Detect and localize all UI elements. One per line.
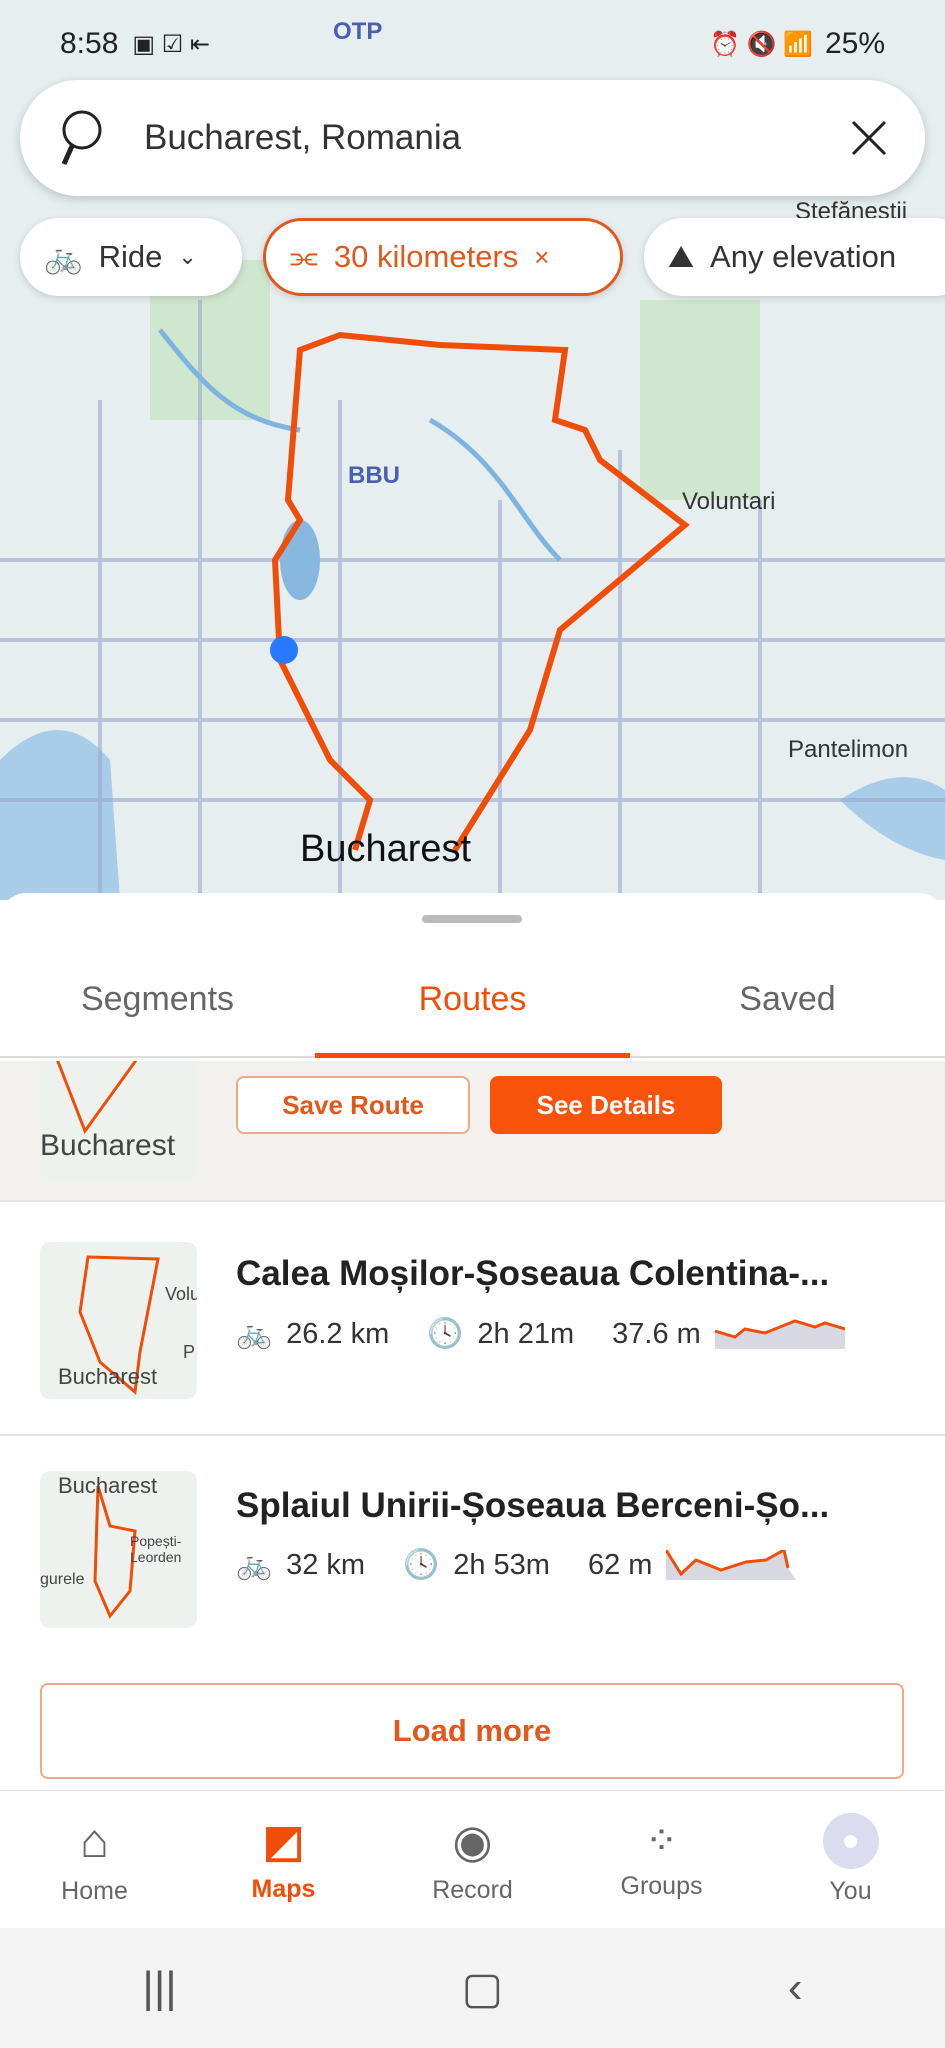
distance-filter-label: 30 kilometers — [333, 239, 519, 274]
route-time: 2h 21m — [477, 1317, 575, 1350]
thumb-label: gurele — [40, 1571, 85, 1588]
see-details-button[interactable]: See Details — [490, 1076, 722, 1134]
tab-bar: Segments Routes Saved — [0, 943, 945, 1058]
thumb-label: Volu — [165, 1284, 197, 1304]
recent-apps-button[interactable]: ||| — [142, 1963, 176, 2013]
sport-filter[interactable]: 🚲 Ride ⌄ — [20, 218, 242, 296]
thumb-label: Bucharest — [58, 1364, 158, 1389]
thumb-label: Bucharest — [40, 1129, 176, 1162]
search-bar[interactable]: Bucharest, Romania — [20, 80, 925, 196]
sport-filter-label: Ride — [98, 239, 163, 274]
status-time: 8:58 — [60, 27, 119, 60]
map-label-bucharest: Bucharest — [300, 828, 472, 870]
record-icon: ◉ — [452, 1815, 493, 1867]
nav-maps[interactable]: ◩ Maps — [189, 1791, 378, 1928]
nav-label: Home — [61, 1876, 128, 1905]
search-input[interactable]: Bucharest, Romania — [144, 118, 849, 158]
home-button[interactable]: ▢ — [462, 1963, 504, 2014]
route-stats: 🚲 26.2 km 🕓 2h 21m 37.6 m — [236, 1317, 845, 1351]
thumb-label: Popești-Leorden — [130, 1533, 182, 1565]
notification-icons: ▣ ☑ ⇤ — [132, 30, 211, 58]
battery-level: 25% — [824, 27, 885, 60]
route-elevation: 37.6 m — [612, 1317, 701, 1350]
nav-record[interactable]: ◉ Record — [378, 1791, 567, 1928]
route-stats: 🚲 32 km 🕓 2h 53m 62 m — [236, 1548, 797, 1582]
elevation-filter[interactable]: ⛰ Any elevation — [644, 218, 945, 296]
tab-segments[interactable]: Segments — [0, 943, 315, 1056]
bottom-sheet: Segments Routes Saved Bucharest Save Rou… — [0, 893, 945, 1928]
bottom-navigation: ⌂ Home ◩ Maps ◉ Record ⁘ Groups ● You — [0, 1790, 945, 1928]
route-elevation: 62 m — [587, 1548, 653, 1581]
route-time: 2h 53m — [453, 1548, 550, 1581]
bike-icon: 🚲 — [44, 239, 83, 275]
nav-groups[interactable]: ⁘ Groups — [567, 1791, 756, 1928]
bike-icon: 🚲 — [236, 1549, 273, 1581]
route-thumbnail: Bucharest Popești-Leorden gurele — [40, 1471, 197, 1628]
save-route-button[interactable]: Save Route — [236, 1076, 470, 1134]
nav-label: You — [829, 1877, 872, 1905]
load-more-button[interactable]: Load more — [40, 1683, 904, 1779]
remove-filter-icon[interactable]: × — [534, 242, 549, 273]
route-icon: ⫘ — [290, 238, 318, 274]
system-icons: ⏰ 🔇 📶 — [709, 30, 813, 58]
route-thumbnail: Bucharest Volu P — [40, 1242, 197, 1399]
nav-label: Groups — [620, 1872, 703, 1900]
selected-route-card[interactable]: Bucharest Save Route See Details — [0, 1061, 945, 1201]
distance-filter[interactable]: ⫘ 30 kilometers × — [263, 218, 623, 296]
search-icon — [61, 110, 102, 166]
map-label-voluntari: Voluntari — [682, 488, 776, 515]
thumb-label: Bucharest — [58, 1473, 158, 1498]
route-title: Splaiul Unirii-Șoseaua Berceni-Șo... — [236, 1486, 830, 1525]
nav-label: Record — [432, 1876, 513, 1904]
bike-icon: 🚲 — [236, 1318, 273, 1350]
route-distance: 26.2 km — [286, 1317, 390, 1350]
thumb-label: P — [183, 1342, 196, 1362]
route-list-item[interactable]: Bucharest Popești-Leorden gurele Splaiul… — [0, 1436, 945, 1671]
route-list-item[interactable]: Bucharest Volu P Calea Moșilor-Șoseaua C… — [0, 1200, 945, 1436]
maps-icon: ◩ — [262, 1816, 305, 1866]
system-navigation: ||| ▢ ‹ — [0, 1928, 945, 2048]
nav-home[interactable]: ⌂ Home — [0, 1791, 189, 1928]
map-label-pantelimon: Pantelimon — [788, 736, 909, 763]
clock-icon: 🕓 — [403, 1549, 440, 1581]
elevation-profile — [714, 1319, 845, 1349]
elevation-filter-label: Any elevation — [710, 239, 897, 274]
status-bar: 8:58 ▣ ☑ ⇤ ⏰ 🔇 📶 25% — [60, 22, 885, 66]
chevron-down-icon: ⌄ — [178, 244, 197, 269]
back-button[interactable]: ‹ — [788, 1963, 803, 2013]
tab-routes[interactable]: Routes — [315, 943, 630, 1058]
route-thumbnail: Bucharest — [40, 1061, 197, 1181]
nav-label: Maps — [251, 1874, 316, 1903]
avatar: ● — [822, 1813, 879, 1869]
route-distance: 32 km — [286, 1548, 366, 1581]
clock-icon: 🕓 — [427, 1318, 464, 1350]
mountain-icon: ⛰ — [668, 238, 695, 274]
elevation-profile — [666, 1550, 797, 1580]
map-label-bbu: BBU — [348, 462, 400, 489]
tab-saved[interactable]: Saved — [630, 943, 945, 1056]
route-title: Calea Moșilor-Șoseaua Colentina-... — [236, 1254, 830, 1293]
home-icon: ⌂ — [80, 1814, 109, 1868]
groups-icon: ⁘ — [644, 1819, 679, 1863]
nav-you[interactable]: ● You — [756, 1791, 945, 1928]
drag-handle[interactable] — [422, 915, 522, 923]
clear-icon[interactable] — [849, 118, 889, 158]
